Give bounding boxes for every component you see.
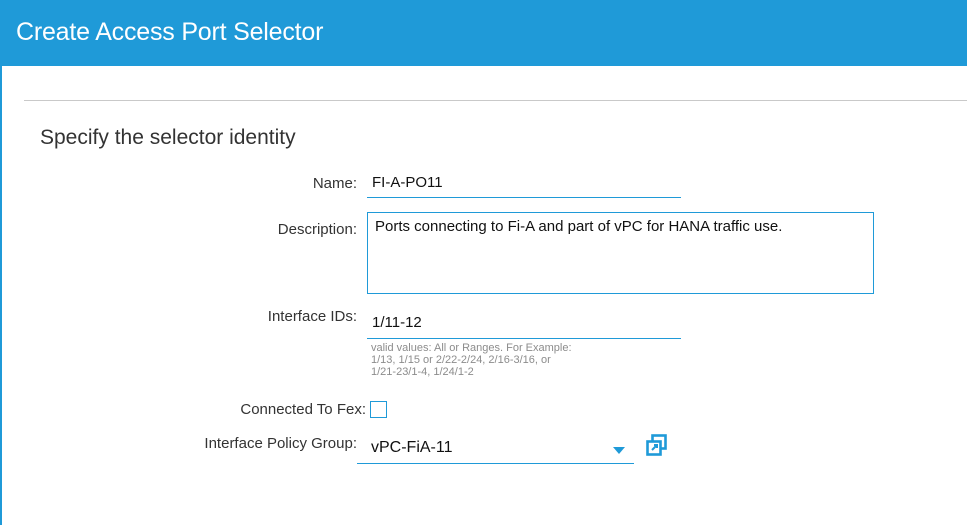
section-title: Specify the selector identity: [40, 126, 296, 149]
connected-to-fex-checkbox[interactable]: [370, 401, 387, 418]
dialog-header: Create Access Port Selector: [0, 0, 967, 66]
interface-ids-input[interactable]: [367, 306, 681, 339]
help-line: 1/13, 1/15 or 2/22-2/24, 2/16-3/16, or: [371, 354, 551, 366]
name-input[interactable]: [367, 168, 681, 198]
divider: [24, 100, 967, 101]
open-in-new-icon[interactable]: [646, 434, 668, 456]
chevron-down-icon[interactable]: [613, 447, 625, 454]
description-label: Description:: [277, 221, 357, 238]
interface-policy-group-label: Interface Policy Group:: [204, 435, 357, 452]
interface-ids-label: Interface IDs:: [267, 308, 357, 325]
help-line: 1/21-23/1-4, 1/24/1-2: [371, 366, 474, 378]
dialog-title: Create Access Port Selector: [16, 18, 324, 46]
help-line: valid values: All or Ranges. For Example…: [371, 342, 572, 354]
name-label: Name:: [312, 175, 357, 192]
interface-ids-help: valid values: All or Ranges. For Example…: [371, 342, 701, 378]
interface-policy-group-select[interactable]: vPC-FiA-11: [357, 434, 634, 464]
description-textarea[interactable]: Ports connecting to Fi-A and part of vPC…: [367, 212, 874, 294]
dialog-left-border: [0, 66, 2, 525]
connected-to-fex-label: Connected To Fex:: [240, 401, 366, 418]
interface-policy-group-value: vPC-FiA-11: [371, 439, 453, 456]
